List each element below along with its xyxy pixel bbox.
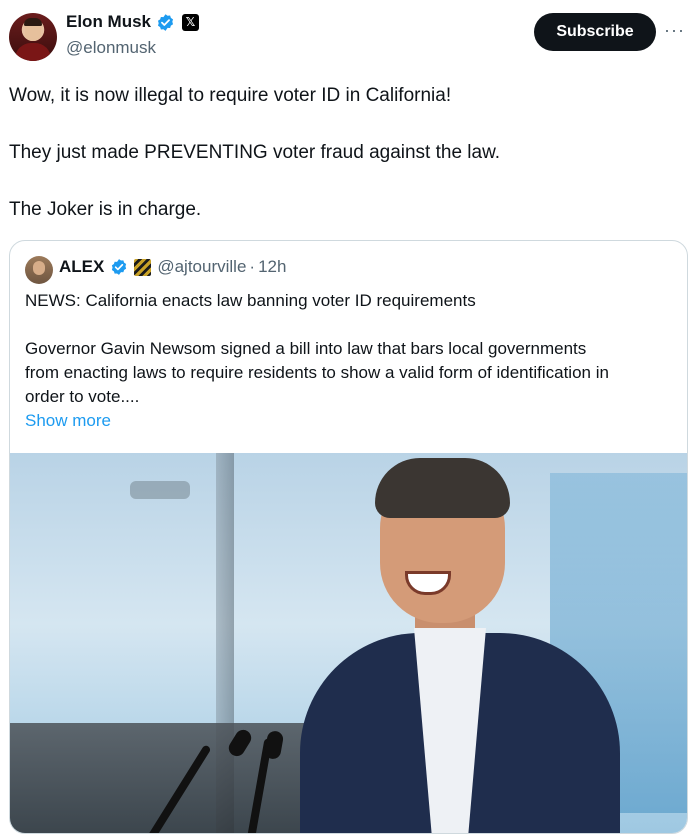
show-more-link[interactable]: Show more xyxy=(25,409,111,433)
quote-timestamp[interactable]: 12h xyxy=(258,257,286,277)
verified-check-icon xyxy=(157,13,174,31)
quote-body-line: order to vote.... xyxy=(25,387,140,406)
author-avatar[interactable] xyxy=(9,13,57,61)
affiliation-badge-icon xyxy=(134,258,152,276)
tweet-line: The Joker is in charge. xyxy=(9,199,202,220)
author-name[interactable]: Elon Musk xyxy=(66,12,151,32)
quote-author-name[interactable]: ALEX xyxy=(59,257,104,277)
quote-author-handle[interactable]: @ajtourville xyxy=(157,257,246,277)
quote-body-line: Governor Gavin Newsom signed a bill into… xyxy=(25,339,587,358)
more-dots-icon[interactable]: ··· xyxy=(664,20,685,41)
verified-check-icon xyxy=(112,259,127,275)
quote-author-avatar[interactable] xyxy=(25,256,53,284)
quote-headline: NEWS: California enacts law banning vote… xyxy=(25,291,476,310)
quote-photo[interactable] xyxy=(10,453,687,833)
quoted-tweet[interactable]: ALEX @ajtourville · 12h NEWS: California… xyxy=(9,240,688,834)
separator-dot: · xyxy=(249,257,256,276)
tweet-line: They just made PREVENTING voter fraud ag… xyxy=(9,142,501,163)
author-handle[interactable]: @elonmusk xyxy=(66,38,156,58)
quote-header: ALEX @ajtourville · 12h xyxy=(59,257,286,277)
tweet-header: Elon Musk 𝕏 @elonmusk Subscribe ··· xyxy=(0,0,696,70)
quote-body-line: from enacting laws to require residents … xyxy=(25,363,609,382)
tweet-line: Wow, it is now illegal to require voter … xyxy=(9,85,452,106)
subscribe-button[interactable]: Subscribe xyxy=(534,13,656,51)
x-logo-icon: 𝕏 xyxy=(182,13,200,31)
author-name-row: Elon Musk 𝕏 xyxy=(66,12,200,32)
